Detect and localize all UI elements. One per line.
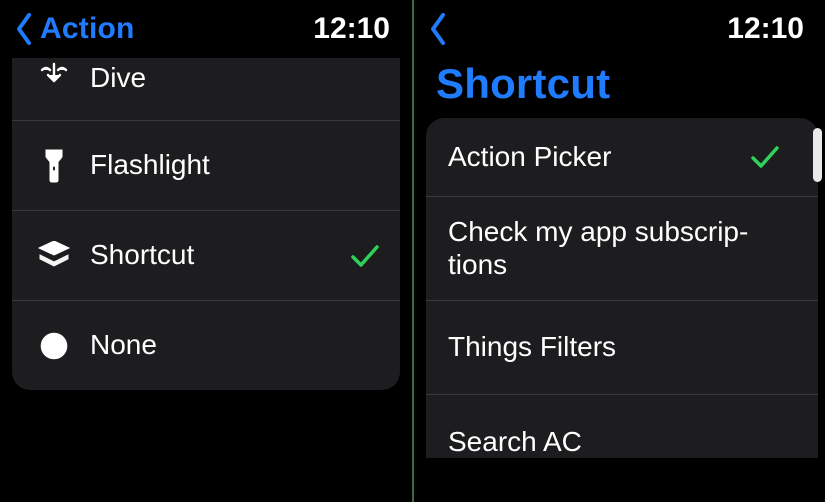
list-row-flashlight[interactable]: Flashlight [12, 120, 400, 210]
time-label: 12:10 [727, 12, 804, 46]
list-row-shortcut[interactable]: Shortcut [12, 210, 400, 300]
shortcut-list: Action Picker Check my app subscrip­tion… [426, 118, 818, 458]
scrollbar-thumb[interactable] [813, 128, 822, 182]
back-chevron-icon[interactable] [12, 9, 36, 49]
row-label: Things Filters [448, 331, 782, 363]
list-row-check-subscriptions[interactable]: Check my app subscrip­tions [426, 196, 818, 300]
none-icon [34, 330, 74, 362]
list-row-dive[interactable]: Dive [12, 58, 400, 120]
list-row-action-picker[interactable]: Action Picker [426, 118, 818, 196]
row-label: Dive [90, 62, 382, 94]
watch-screen-action: Action 12:10 Dive [0, 0, 412, 502]
list-row-search-ac[interactable]: Search AC [426, 394, 818, 458]
action-list: Dive Flashlight [12, 58, 400, 390]
shortcut-icon [34, 241, 74, 271]
row-label: Flashlight [90, 149, 382, 181]
list-row-things-filters[interactable]: Things Filters [426, 300, 818, 394]
row-label: Search AC [448, 426, 782, 458]
dive-icon [34, 62, 74, 92]
row-label: Check my app subscrip­tions [448, 216, 782, 280]
row-label: None [90, 329, 382, 361]
row-label: Action Picker [448, 141, 738, 173]
list-row-none[interactable]: None [12, 300, 400, 390]
checkmark-icon [748, 140, 782, 174]
time-label: 12:10 [313, 12, 390, 46]
header: Action 12:10 [0, 0, 412, 58]
page-title: Shortcut [414, 58, 825, 118]
back-label[interactable]: Action [40, 12, 135, 46]
flashlight-icon [34, 148, 74, 184]
back-chevron-icon[interactable] [426, 9, 450, 49]
checkmark-icon [348, 239, 382, 273]
row-label: Shortcut [90, 239, 338, 271]
header: 12:10 [414, 0, 825, 58]
watch-screen-shortcut: 12:10 Shortcut Action Picker Check my ap… [414, 0, 825, 502]
